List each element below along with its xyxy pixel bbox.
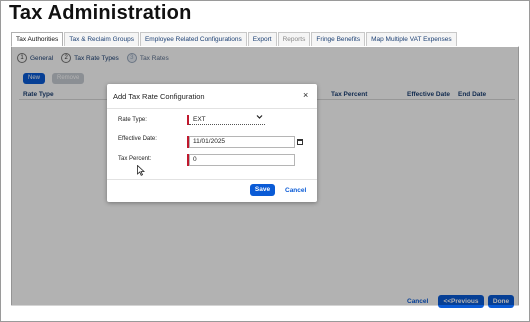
tax-percent-field[interactable]: 0 <box>189 154 295 166</box>
effective-date-label: Effective Date: <box>118 136 157 142</box>
dialog-title: Add Tax Rate Configuration <box>113 92 205 101</box>
tab-tax-reclaim-groups[interactable]: Tax & Reclaim Groups <box>64 32 139 46</box>
dialog-header-divider <box>107 108 317 109</box>
save-button[interactable]: Save <box>250 184 275 196</box>
tab-fringe-benefits[interactable]: Fringe Benefits <box>311 32 366 46</box>
mouse-cursor-icon <box>137 163 146 176</box>
tab-export[interactable]: Export <box>247 32 277 46</box>
dialog-footer-divider <box>107 179 317 180</box>
tab-map-multiple-vat-expenses[interactable]: Map Multiple VAT Expenses <box>366 32 457 46</box>
app-window: Tax Administration Tax Authorities Tax &… <box>0 0 530 322</box>
cancel-button[interactable]: Cancel <box>285 187 306 194</box>
rate-type-value: EXT <box>193 116 206 123</box>
tax-percent-label: Tax Percent: <box>118 156 152 162</box>
rate-type-select[interactable]: EXT <box>189 115 265 125</box>
tab-employee-related-configurations[interactable]: Employee Related Configurations <box>139 32 247 46</box>
add-tax-rate-dialog: Add Tax Rate Configuration × Rate Type: … <box>107 84 317 202</box>
effective-date-field[interactable]: 11/01/2025 <box>189 136 295 148</box>
calendar-icon[interactable] <box>297 139 303 145</box>
tab-reports[interactable]: Reports <box>277 32 311 46</box>
rate-type-label: Rate Type: <box>118 117 147 123</box>
close-icon[interactable]: × <box>303 90 308 100</box>
tab-tax-authorities[interactable]: Tax Authorities <box>11 32 64 47</box>
tab-bar: Tax Authorities Tax & Reclaim Groups Emp… <box>11 32 458 47</box>
chevron-down-icon <box>256 114 263 124</box>
page-title: Tax Administration <box>9 2 192 24</box>
